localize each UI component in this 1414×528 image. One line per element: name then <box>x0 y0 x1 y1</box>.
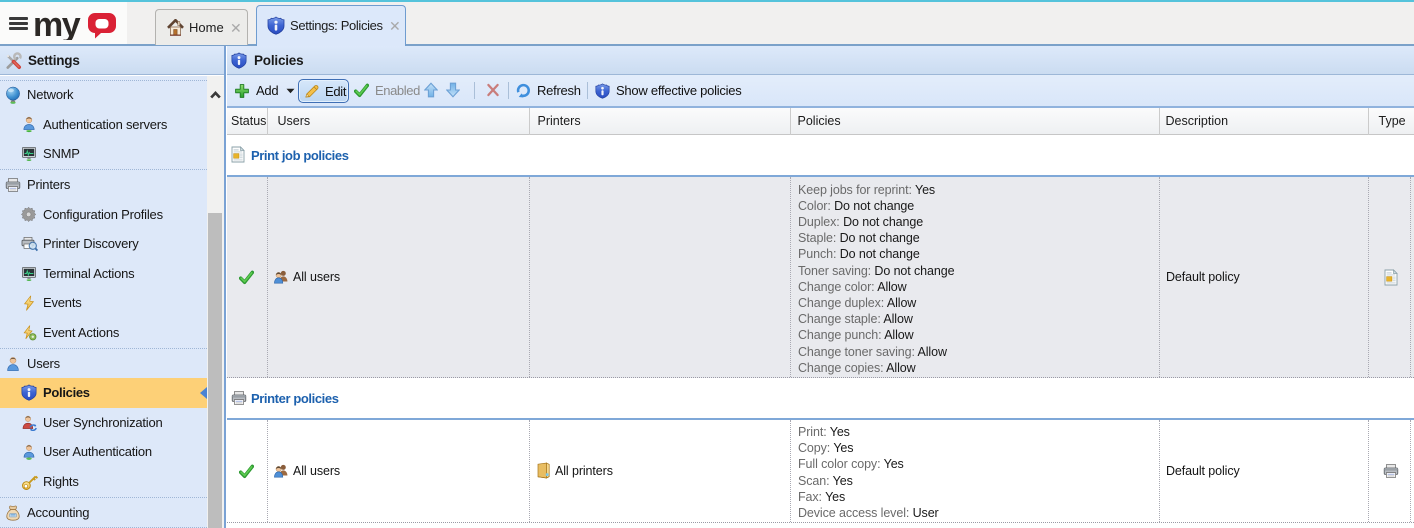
svg-text:my: my <box>33 10 81 40</box>
